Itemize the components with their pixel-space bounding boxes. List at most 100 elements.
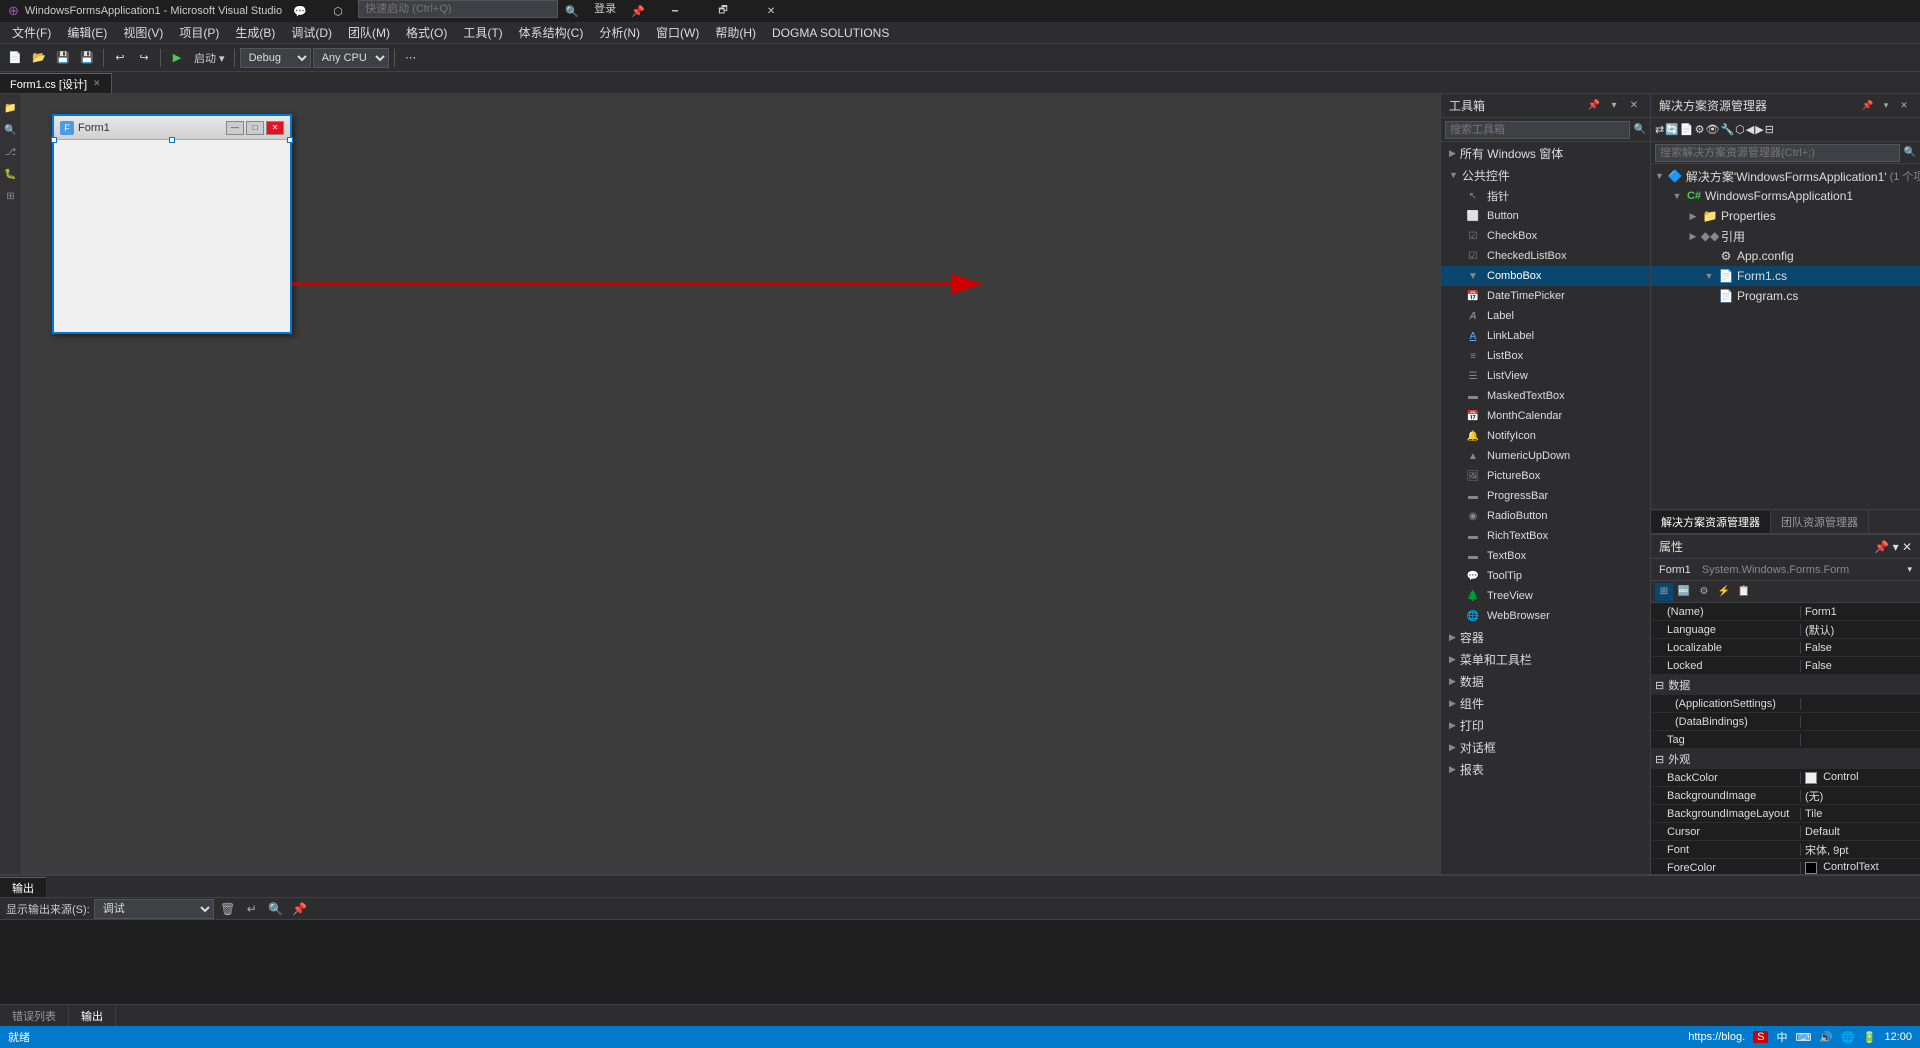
props-object-selector[interactable]: Form1 System.Windows.Forms.Form ▾ bbox=[1651, 559, 1920, 581]
menu-file[interactable]: 文件(F) bbox=[4, 22, 59, 43]
se-tb-sync[interactable]: ⇄ bbox=[1655, 123, 1664, 136]
activity-search[interactable]: 🔍 bbox=[1, 120, 21, 140]
toolbox-item-listbox[interactable]: ≡ ListBox bbox=[1441, 346, 1650, 366]
tab-close-btn[interactable]: ✕ bbox=[93, 78, 101, 89]
toolbox-item-webbrowser[interactable]: 🌐 WebBrowser bbox=[1441, 606, 1650, 626]
output-find-btn[interactable]: 🔍 bbox=[266, 899, 286, 919]
prop-section-appearance[interactable]: ⊟ 外观 bbox=[1651, 749, 1920, 769]
toolbox-item-numericupdown[interactable]: ▲ NumericUpDown bbox=[1441, 446, 1650, 466]
prop-value-bgimagelayout[interactable]: Tile bbox=[1801, 808, 1920, 820]
toolbox-item-pointer[interactable]: ↖ 指针 bbox=[1441, 186, 1650, 206]
toolbox-item-notifyicon[interactable]: 🔔 NotifyIcon bbox=[1441, 426, 1650, 446]
prop-value-forecolor[interactable]: ControlText bbox=[1801, 861, 1920, 873]
toolbox-item-richtextbox[interactable]: ▬ RichTextBox bbox=[1441, 526, 1650, 546]
toolbox-section-components[interactable]: ▶ 组件 bbox=[1441, 692, 1650, 714]
design-canvas[interactable]: F Form1 — □ ✕ bbox=[22, 94, 1440, 874]
menu-window[interactable]: 窗口(W) bbox=[648, 22, 707, 43]
prop-value-language[interactable]: (默认) bbox=[1801, 622, 1920, 638]
se-close-btn[interactable]: ✕ bbox=[1896, 98, 1912, 114]
new-project-btn[interactable]: 📄 bbox=[4, 47, 26, 69]
tree-programcs[interactable]: 📄 Program.cs bbox=[1651, 286, 1920, 306]
toolbox-item-label[interactable]: A Label bbox=[1441, 306, 1650, 326]
toolbox-item-combobox[interactable]: ▼ ComboBox bbox=[1441, 266, 1650, 286]
output-pin-btn[interactable]: 📌 bbox=[290, 899, 310, 919]
menu-debug[interactable]: 调试(D) bbox=[283, 22, 340, 43]
search-icon[interactable]: ⬡ bbox=[320, 0, 356, 22]
activity-debug[interactable]: 🐛 bbox=[1, 164, 21, 184]
prop-value-font[interactable]: 宋体, 9pt bbox=[1801, 842, 1920, 858]
redo-btn[interactable]: ↪ bbox=[133, 47, 155, 69]
tree-properties[interactable]: ▶ 📁 Properties bbox=[1651, 206, 1920, 226]
se-tb-scope[interactable]: ⬡ bbox=[1735, 123, 1745, 136]
tb-more[interactable]: ⋯ bbox=[400, 47, 422, 69]
toolbox-section-data[interactable]: ▶ 数据 bbox=[1441, 670, 1650, 692]
toolbox-section-all-windows[interactable]: ▶ 所有 Windows 窗体 bbox=[1441, 142, 1650, 164]
platform-select[interactable]: Any CPU x86 x64 bbox=[313, 48, 389, 68]
resize-handle-bm[interactable] bbox=[169, 137, 175, 143]
doc-tab-form1-design[interactable]: Form1.cs [设计] ✕ bbox=[0, 73, 112, 93]
toolbox-search-input[interactable] bbox=[1445, 121, 1630, 139]
toolbox-item-maskedtextbox[interactable]: ▬ MaskedTextBox bbox=[1441, 386, 1650, 406]
ptab-team[interactable]: 团队资源管理器 bbox=[1771, 511, 1869, 533]
se-tb-refresh[interactable]: 🔄 bbox=[1665, 123, 1679, 136]
menu-analyze[interactable]: 分析(N) bbox=[591, 22, 648, 43]
search-btn[interactable]: 🔍 bbox=[560, 0, 584, 22]
menu-arch[interactable]: 体系结构(C) bbox=[511, 22, 592, 43]
ptab-solution[interactable]: 解决方案资源管理器 bbox=[1651, 511, 1771, 533]
props-props-btn[interactable]: ⚙ bbox=[1695, 583, 1713, 601]
prop-value-backcolor[interactable]: Control bbox=[1801, 771, 1920, 783]
tree-solution[interactable]: ▼ 🔷 解决方案'WindowsFormsApplication1' (1 个项… bbox=[1651, 166, 1920, 186]
toolbox-section-menus[interactable]: ▶ 菜单和工具栏 bbox=[1441, 648, 1650, 670]
menu-dogma[interactable]: DOGMA SOLUTIONS bbox=[764, 24, 897, 42]
se-tb-filter[interactable]: 🔧 bbox=[1720, 123, 1734, 136]
start-btn[interactable]: ▶ bbox=[166, 47, 188, 69]
activity-git[interactable]: ⎇ bbox=[1, 142, 21, 162]
toolbox-item-button[interactable]: ⬜ Button bbox=[1441, 206, 1650, 226]
bottom-tab-output[interactable]: 输出 bbox=[69, 1006, 116, 1026]
save-btn[interactable]: 💾 bbox=[52, 47, 74, 69]
toolbox-section-dialogs[interactable]: ▶ 对话框 bbox=[1441, 736, 1650, 758]
form-maximize-btn[interactable]: □ bbox=[246, 121, 264, 135]
props-dropdown-icon[interactable]: ▾ bbox=[1907, 564, 1912, 575]
config-select[interactable]: Debug Release bbox=[240, 48, 311, 68]
menu-edit[interactable]: 编辑(E) bbox=[59, 22, 115, 43]
props-pin-btn[interactable]: 📌 bbox=[1874, 540, 1889, 554]
se-search-input[interactable] bbox=[1655, 144, 1900, 162]
toolbox-item-monthcalendar[interactable]: 📅 MonthCalendar bbox=[1441, 406, 1650, 426]
prop-value-localizable[interactable]: False bbox=[1801, 642, 1920, 654]
toolbox-pin-btn[interactable]: 📌 bbox=[1586, 98, 1602, 114]
undo-btn[interactable]: ↩ bbox=[109, 47, 131, 69]
menu-view[interactable]: 视图(V) bbox=[115, 22, 171, 43]
props-close-btn[interactable]: ✕ bbox=[1902, 540, 1912, 554]
toolbox-close-btn[interactable]: ✕ bbox=[1626, 98, 1642, 114]
toolbox-section-reports[interactable]: ▶ 报表 bbox=[1441, 758, 1650, 780]
toolbox-dropdown-btn[interactable]: ▾ bbox=[1606, 98, 1622, 114]
toolbox-item-picturebox[interactable]: 🖼 PictureBox bbox=[1441, 466, 1650, 486]
toolbox-item-datetimepicker[interactable]: 📅 DateTimePicker bbox=[1441, 286, 1650, 306]
bottom-tab-errors[interactable]: 错误列表 bbox=[0, 1006, 69, 1026]
output-clear-btn[interactable]: 🗑 bbox=[218, 899, 238, 919]
pin-icon[interactable]: 📌 bbox=[626, 0, 650, 22]
toolbox-item-checkedlistbox[interactable]: ☑ CheckedListBox bbox=[1441, 246, 1650, 266]
props-categorized-btn[interactable]: ⊞ bbox=[1655, 583, 1673, 601]
menu-format[interactable]: 格式(O) bbox=[398, 22, 455, 43]
toolbox-item-tooltip[interactable]: 💬 ToolTip bbox=[1441, 566, 1650, 586]
toolbox-item-progressbar[interactable]: ▬ ProgressBar bbox=[1441, 486, 1650, 506]
output-toggle-wrap-btn[interactable]: ↵ bbox=[242, 899, 262, 919]
prop-value-name[interactable]: Form1 bbox=[1801, 606, 1920, 618]
prop-value-locked[interactable]: False bbox=[1801, 660, 1920, 672]
notification-icon[interactable]: 💬 bbox=[282, 0, 318, 22]
resize-handle-bl[interactable] bbox=[51, 137, 57, 143]
se-tb-forward[interactable]: ▶ bbox=[1755, 123, 1763, 136]
output-tab-output[interactable]: 输出 bbox=[0, 877, 46, 897]
props-events-btn[interactable]: ⚡ bbox=[1715, 583, 1733, 601]
props-proppage-btn[interactable]: 📋 bbox=[1735, 583, 1753, 601]
form-window[interactable]: F Form1 — □ ✕ bbox=[52, 114, 292, 334]
resize-handle-br[interactable] bbox=[287, 137, 293, 143]
close-button[interactable]: ✕ bbox=[748, 0, 794, 22]
activity-extensions[interactable]: ⊞ bbox=[1, 186, 21, 206]
save-all-btn[interactable]: 💾 bbox=[76, 47, 98, 69]
output-source-select[interactable]: 调试 生成 输出 bbox=[94, 899, 214, 919]
se-tb-collapse[interactable]: ⊟ bbox=[1765, 123, 1774, 136]
activity-explorer[interactable]: 📁 bbox=[1, 98, 21, 118]
